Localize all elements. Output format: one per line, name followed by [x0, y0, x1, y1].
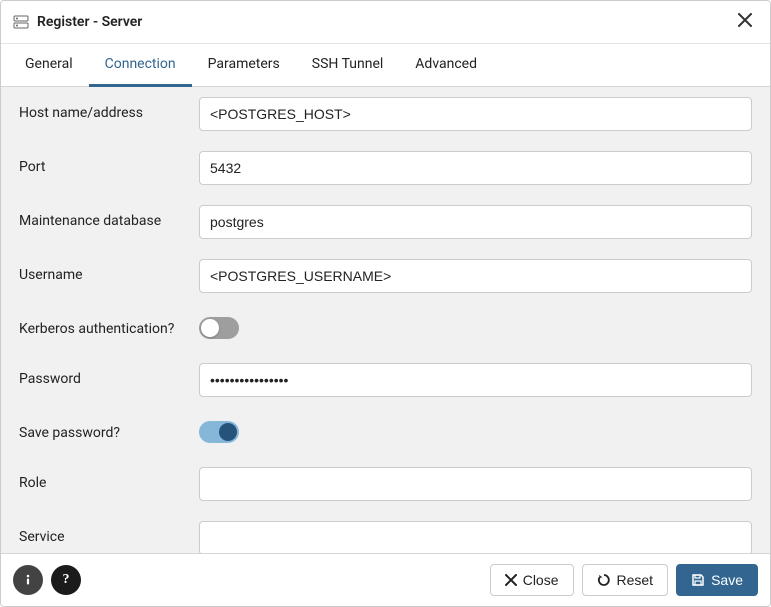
save-button[interactable]: Save [676, 564, 758, 596]
service-input[interactable] [199, 521, 752, 553]
kerberos-label: Kerberos authentication? [19, 313, 199, 337]
tab-connection[interactable]: Connection [89, 44, 192, 87]
connection-form: Host name/address Port Maintenance datab… [1, 87, 770, 553]
port-input[interactable] [199, 151, 752, 185]
password-input[interactable] [199, 363, 752, 397]
save-password-label: Save password? [19, 417, 199, 441]
titlebar: Register - Server [1, 1, 770, 44]
port-label: Port [19, 151, 199, 175]
close-button-label: Close [523, 572, 559, 588]
tab-advanced[interactable]: Advanced [399, 44, 493, 87]
host-input[interactable] [199, 97, 752, 131]
username-label: Username [19, 259, 199, 283]
kerberos-toggle[interactable] [199, 317, 239, 339]
tab-parameters[interactable]: Parameters [192, 44, 296, 87]
save-button-label: Save [711, 572, 743, 588]
save-password-toggle[interactable] [199, 421, 239, 443]
tab-general[interactable]: General [9, 44, 89, 87]
host-label: Host name/address [19, 97, 199, 121]
close-icon[interactable] [732, 9, 758, 35]
reset-button[interactable]: Reset [582, 564, 669, 596]
server-icon [13, 14, 29, 30]
close-icon [505, 574, 517, 586]
dialog-title: Register - Server [37, 14, 732, 30]
dialog-footer: ? Close Reset Save [1, 553, 770, 606]
save-icon [691, 573, 705, 587]
maintenance-db-label: Maintenance database [19, 205, 199, 229]
help-button[interactable]: ? [51, 565, 81, 595]
info-button[interactable] [13, 565, 43, 595]
register-server-dialog: Register - Server General Connection Par… [0, 0, 771, 607]
reset-button-label: Reset [617, 572, 654, 588]
maintenance-db-input[interactable] [199, 205, 752, 239]
role-input[interactable] [199, 467, 752, 501]
username-input[interactable] [199, 259, 752, 293]
password-label: Password [19, 363, 199, 387]
role-label: Role [19, 467, 199, 491]
reset-icon [597, 573, 611, 587]
tabs: General Connection Parameters SSH Tunnel… [1, 44, 770, 87]
close-button[interactable]: Close [490, 564, 574, 596]
tab-ssh-tunnel[interactable]: SSH Tunnel [296, 44, 400, 87]
service-label: Service [19, 521, 199, 545]
